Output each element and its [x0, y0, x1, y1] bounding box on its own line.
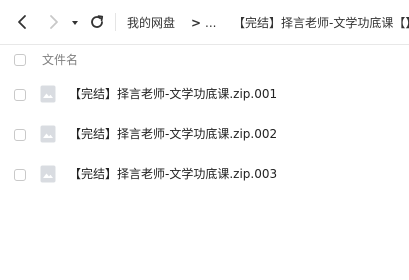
- select-all-checkbox[interactable]: [14, 54, 26, 66]
- chevron-left-icon: [18, 15, 26, 29]
- file-list: 【完结】择言老师-文学功底课.zip.001 【完结】择言老师-文学功底课.zi…: [0, 75, 409, 195]
- forward-button[interactable]: [44, 12, 64, 32]
- file-checkbox[interactable]: [14, 169, 26, 181]
- file-checkbox[interactable]: [14, 89, 26, 101]
- archive-file-icon: [40, 165, 56, 183]
- file-name[interactable]: 【完结】择言老师-文学功底课.zip.002: [69, 126, 277, 142]
- breadcrumb-separator: >: [191, 16, 202, 30]
- breadcrumb-item-current: 【完结】择言老师-文学功底课【】: [233, 16, 409, 30]
- chevron-right-icon: [50, 15, 58, 29]
- refresh-button[interactable]: [87, 12, 107, 32]
- file-row[interactable]: 【完结】择言老师-文学功底课.zip.003: [0, 155, 409, 195]
- breadcrumb-item-root[interactable]: 我的网盘: [127, 14, 191, 32]
- breadcrumb-ellipsis[interactable]: ...: [205, 14, 219, 32]
- file-checkbox[interactable]: [14, 129, 26, 141]
- file-name[interactable]: 【完结】择言老师-文学功底课.zip.001: [69, 86, 277, 102]
- history-dropdown-button[interactable]: [68, 12, 82, 32]
- breadcrumb: 我的网盘 >... 【完结】择言老师-文学功底课【】: [127, 14, 409, 32]
- list-header: 文件名: [0, 45, 409, 75]
- refresh-icon: [91, 15, 104, 28]
- back-button[interactable]: [12, 12, 32, 32]
- caret-down-icon: [72, 21, 78, 25]
- archive-file-icon: [40, 85, 56, 103]
- file-row[interactable]: 【完结】择言老师-文学功底课.zip.002: [0, 115, 409, 155]
- archive-file-icon: [40, 125, 56, 143]
- column-header-name[interactable]: 文件名: [42, 51, 78, 69]
- file-name[interactable]: 【完结】择言老师-文学功底课.zip.003: [69, 166, 277, 182]
- toolbar: 我的网盘 >... 【完结】择言老师-文学功底课【】: [0, 0, 409, 45]
- toolbar-divider: [115, 13, 116, 31]
- file-browser-window: 我的网盘 >... 【完结】择言老师-文学功底课【】 文件名 【完结】择言老师-文学…: [0, 0, 409, 280]
- file-row[interactable]: 【完结】择言老师-文学功底课.zip.001: [0, 75, 409, 115]
